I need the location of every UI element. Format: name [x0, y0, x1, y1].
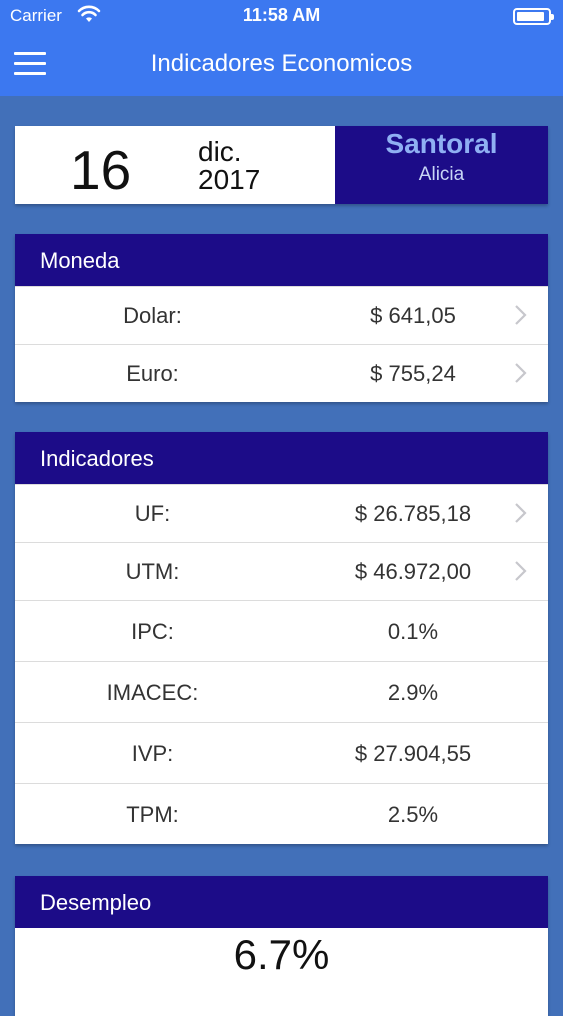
row-value: $ 46.972,00	[354, 559, 472, 584]
nav-bar: Indicadores Economicos	[0, 34, 563, 96]
row-value: 0.1%	[387, 619, 439, 644]
row-label: IPC:	[131, 619, 174, 644]
row-label: TPM:	[126, 802, 179, 827]
moneda-row-dolar[interactable]: Dolar: $ 641,05	[15, 286, 548, 344]
row-value: $ 27.904,55	[354, 741, 472, 766]
row-value: 2.5%	[387, 802, 439, 827]
battery-level	[517, 12, 544, 21]
moneda-header: Moneda	[15, 234, 548, 286]
row-value: $ 26.785,18	[354, 501, 472, 526]
indicadores-header: Indicadores	[15, 432, 548, 484]
row-label: IVP:	[131, 741, 174, 766]
clock: 11:58 AM	[242, 5, 321, 25]
status-bar: Carrier 11:58 AM	[0, 0, 563, 34]
santoral-panel: Santoral Alicia	[335, 126, 548, 204]
indicadores-row-ipc: IPC: 0.1%	[15, 600, 548, 661]
indicadores-row-ivp: IVP: $ 27.904,55	[15, 722, 548, 783]
row-value: $ 641,05	[370, 303, 456, 328]
date-card: 16 dic. 2017 Santoral Alicia	[15, 126, 548, 204]
indicadores-row-tpm: TPM: 2.5%	[15, 783, 548, 844]
row-label: UTM:	[125, 559, 180, 584]
date-day: 16	[70, 139, 132, 201]
santoral-name: Alicia	[418, 164, 465, 185]
indicadores-row-imacec: IMACEC: 2.9%	[15, 661, 548, 722]
row-label: IMACEC:	[106, 680, 199, 705]
battery-icon	[513, 8, 554, 25]
desempleo-header: Desempleo	[15, 876, 548, 928]
moneda-section: Moneda Dolar: $ 641,05 Euro: $ 755,24	[15, 234, 548, 402]
chevron-right-icon	[515, 305, 527, 325]
indicadores-row-uf[interactable]: UF: $ 26.785,18	[15, 484, 548, 542]
row-value: $ 755,24	[370, 361, 456, 386]
chevron-right-icon	[515, 363, 527, 383]
row-value: 2.9%	[387, 680, 439, 705]
desempleo-section: Desempleo 6.7%	[15, 876, 548, 1016]
row-label: Dolar:	[123, 303, 182, 328]
santoral-label: Santoral	[385, 128, 498, 159]
page-title: Indicadores Economicos	[150, 50, 413, 77]
chevron-right-icon	[515, 503, 527, 523]
chevron-right-icon	[515, 561, 527, 581]
date-year: 2017	[198, 164, 261, 195]
indicadores-row-utm[interactable]: UTM: $ 46.972,00	[15, 542, 548, 600]
moneda-row-euro[interactable]: Euro: $ 755,24	[15, 344, 548, 402]
desempleo-value: 6.7%	[233, 931, 330, 978]
indicadores-section: Indicadores UF: $ 26.785,18 UTM: $ 46.97…	[15, 432, 548, 844]
row-label: Euro:	[126, 361, 179, 386]
row-label: UF:	[134, 501, 171, 526]
